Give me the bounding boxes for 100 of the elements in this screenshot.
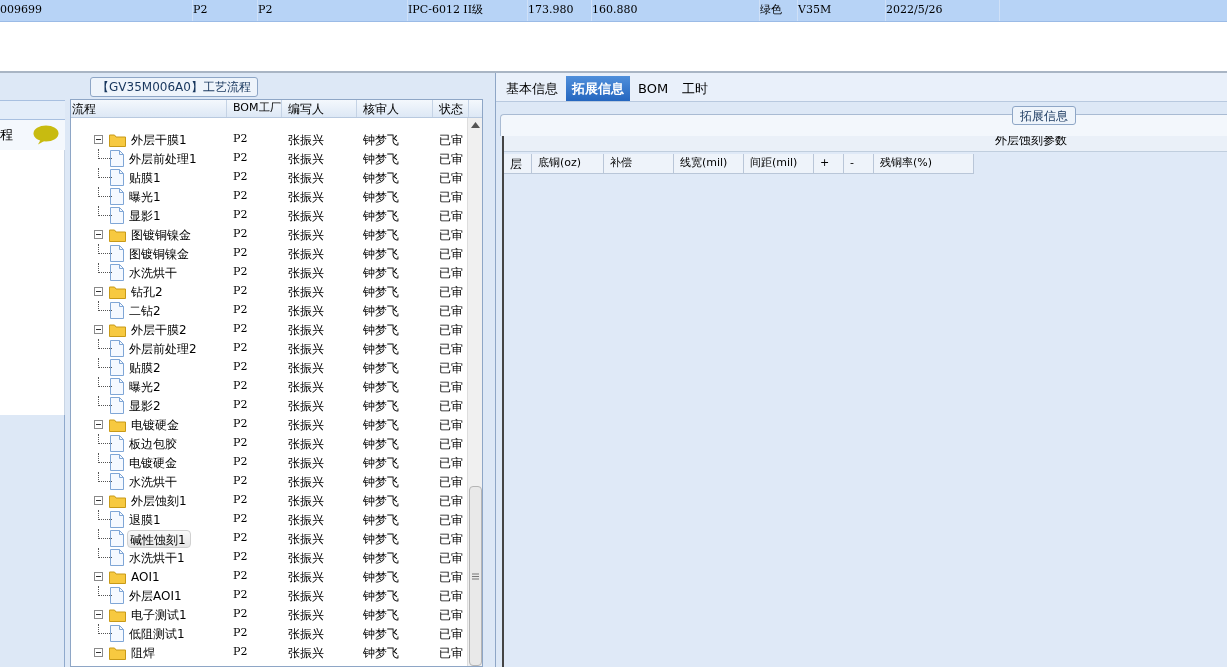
- table-cell-text: P2: [232, 397, 249, 414]
- table-cell-text: P2: [232, 435, 249, 452]
- table-cell-text: 已审: [438, 207, 464, 225]
- collapse-icon[interactable]: [94, 135, 103, 144]
- tree-item[interactable]: 图镀铜镍金: [127, 244, 193, 263]
- tree-item[interactable]: 低阻测试1: [127, 624, 189, 643]
- table-cell-text: 已审: [438, 188, 464, 206]
- tree-item[interactable]: 贴膜1: [127, 168, 165, 187]
- table-cell-text: P2: [232, 169, 249, 186]
- tree-item[interactable]: 显影1: [127, 206, 165, 225]
- table-cell-text: 张振兴: [287, 511, 325, 529]
- table-cell-text: 钟梦飞: [362, 226, 400, 244]
- tab[interactable]: 拓展信息: [566, 76, 630, 101]
- collapse-icon[interactable]: [94, 572, 103, 581]
- table-cell-text: 钟梦飞: [362, 378, 400, 396]
- document-icon: [110, 473, 124, 490]
- tree-item[interactable]: 水洗烘干1: [127, 548, 189, 567]
- scroll-up-icon[interactable]: [470, 122, 480, 128]
- table-cell-text: 已审: [438, 169, 464, 187]
- collapse-icon[interactable]: [94, 325, 103, 334]
- tree-item[interactable]: 外层前处理1: [127, 149, 201, 168]
- column-header[interactable]: BOM工厂: [227, 100, 282, 117]
- column-header[interactable]: 核审人: [357, 100, 433, 117]
- table-cell-text: 已审: [438, 454, 464, 472]
- tree-item[interactable]: 二钻2: [127, 301, 165, 320]
- folder-icon: [109, 322, 126, 337]
- tree-item[interactable]: 外层AOI1: [127, 586, 186, 605]
- column-header[interactable]: 线宽(mil): [674, 154, 744, 174]
- tree-item[interactable]: 外层干膜2: [129, 320, 191, 339]
- tree-item[interactable]: 水洗烘干: [127, 472, 181, 491]
- table-cell-text: 张振兴: [287, 245, 325, 263]
- tree-item[interactable]: 阻焊: [129, 643, 159, 662]
- table-cell-text: 张振兴: [287, 207, 325, 225]
- tree-item[interactable]: 板边包胶: [127, 434, 181, 453]
- folder-icon: [109, 284, 126, 299]
- tree-item[interactable]: 贴膜2: [127, 358, 165, 377]
- collapse-icon[interactable]: [94, 610, 103, 619]
- tab[interactable]: BOM: [632, 76, 675, 101]
- table-cell-text: 已审: [438, 302, 464, 320]
- folder-icon: [109, 417, 126, 432]
- collapse-icon[interactable]: [94, 230, 103, 239]
- column-header[interactable]: +: [814, 154, 844, 174]
- tree-item[interactable]: 显影2: [127, 396, 165, 415]
- table-cell: P2: [193, 0, 258, 21]
- tree-item[interactable]: 电镀硬金: [129, 415, 183, 434]
- table-cell-text: 已审: [438, 245, 464, 263]
- table-cell-text: P2: [232, 188, 249, 205]
- tree-item[interactable]: 曝光2: [127, 377, 165, 396]
- table-cell-text: 已审: [438, 606, 464, 624]
- table-cell: IPC-6012 II级: [408, 0, 528, 21]
- table-cell-text: P2: [232, 568, 249, 585]
- table-cell-text: 钟梦飞: [362, 511, 400, 529]
- table-cell-text: 张振兴: [287, 302, 325, 320]
- tree-item[interactable]: 外层前处理2: [127, 339, 201, 358]
- column-header[interactable]: 层: [504, 154, 532, 174]
- folder-icon: [109, 493, 126, 508]
- tree-item[interactable]: 图镀铜镍金: [129, 225, 195, 244]
- table-cell-text: 张振兴: [287, 549, 325, 567]
- table-cell-text: 钟梦飞: [362, 435, 400, 453]
- collapse-icon[interactable]: [94, 496, 103, 505]
- table-cell-text: 已审: [438, 435, 464, 453]
- scrollbar[interactable]: [467, 118, 482, 666]
- tree-item[interactable]: 电镀硬金: [127, 453, 181, 472]
- table-cell-text: P2: [232, 549, 249, 566]
- scrollbar-thumb[interactable]: [468, 486, 482, 666]
- section-legend: 拓展信息: [1012, 106, 1076, 125]
- table-cell-text: 钟梦飞: [362, 131, 400, 149]
- document-icon: [110, 397, 124, 414]
- column-header[interactable]: 编写人: [282, 100, 357, 117]
- table-cell-text: 已审: [438, 283, 464, 301]
- collapse-icon[interactable]: [94, 287, 103, 296]
- tree-item[interactable]: 钻孔2: [129, 282, 167, 301]
- collapse-icon[interactable]: [94, 648, 103, 657]
- tree-item[interactable]: 电子测试1: [129, 605, 191, 624]
- tree-item[interactable]: 外层蚀刻1: [129, 491, 191, 510]
- column-header[interactable]: 补偿: [604, 154, 674, 174]
- table-cell-text: 钟梦飞: [362, 340, 400, 358]
- tree-item[interactable]: 碱性蚀刻1: [127, 529, 191, 548]
- tree-item[interactable]: 曝光1: [127, 187, 165, 206]
- column-header[interactable]: 底铜(oz): [532, 154, 604, 174]
- table-cell-text: 已审: [438, 416, 464, 434]
- collapse-icon[interactable]: [94, 420, 103, 429]
- table-cell-text: P2: [232, 454, 249, 471]
- column-header[interactable]: 间距(mil): [744, 154, 814, 174]
- tree-item[interactable]: 水洗烘干: [127, 263, 181, 282]
- tree-item[interactable]: AOI1: [129, 567, 164, 586]
- table-cell: 173.980: [528, 0, 592, 21]
- column-header[interactable]: 流程: [71, 100, 227, 117]
- column-header[interactable]: -: [844, 154, 874, 174]
- tab[interactable]: 基本信息: [500, 76, 564, 101]
- tree-item[interactable]: 外层干膜1: [129, 130, 191, 149]
- tree-item[interactable]: 退膜1: [127, 510, 165, 529]
- table-cell-text: 已审: [438, 644, 464, 662]
- table-cell-text: P2: [232, 226, 249, 243]
- table-cell-text: 张振兴: [287, 435, 325, 453]
- table-cell-text: 已审: [438, 150, 464, 168]
- column-header[interactable]: 状态: [433, 100, 469, 117]
- table-cell-text: 张振兴: [287, 321, 325, 339]
- column-header[interactable]: 残铜率(%): [874, 154, 974, 174]
- tab[interactable]: 工时: [676, 76, 715, 101]
